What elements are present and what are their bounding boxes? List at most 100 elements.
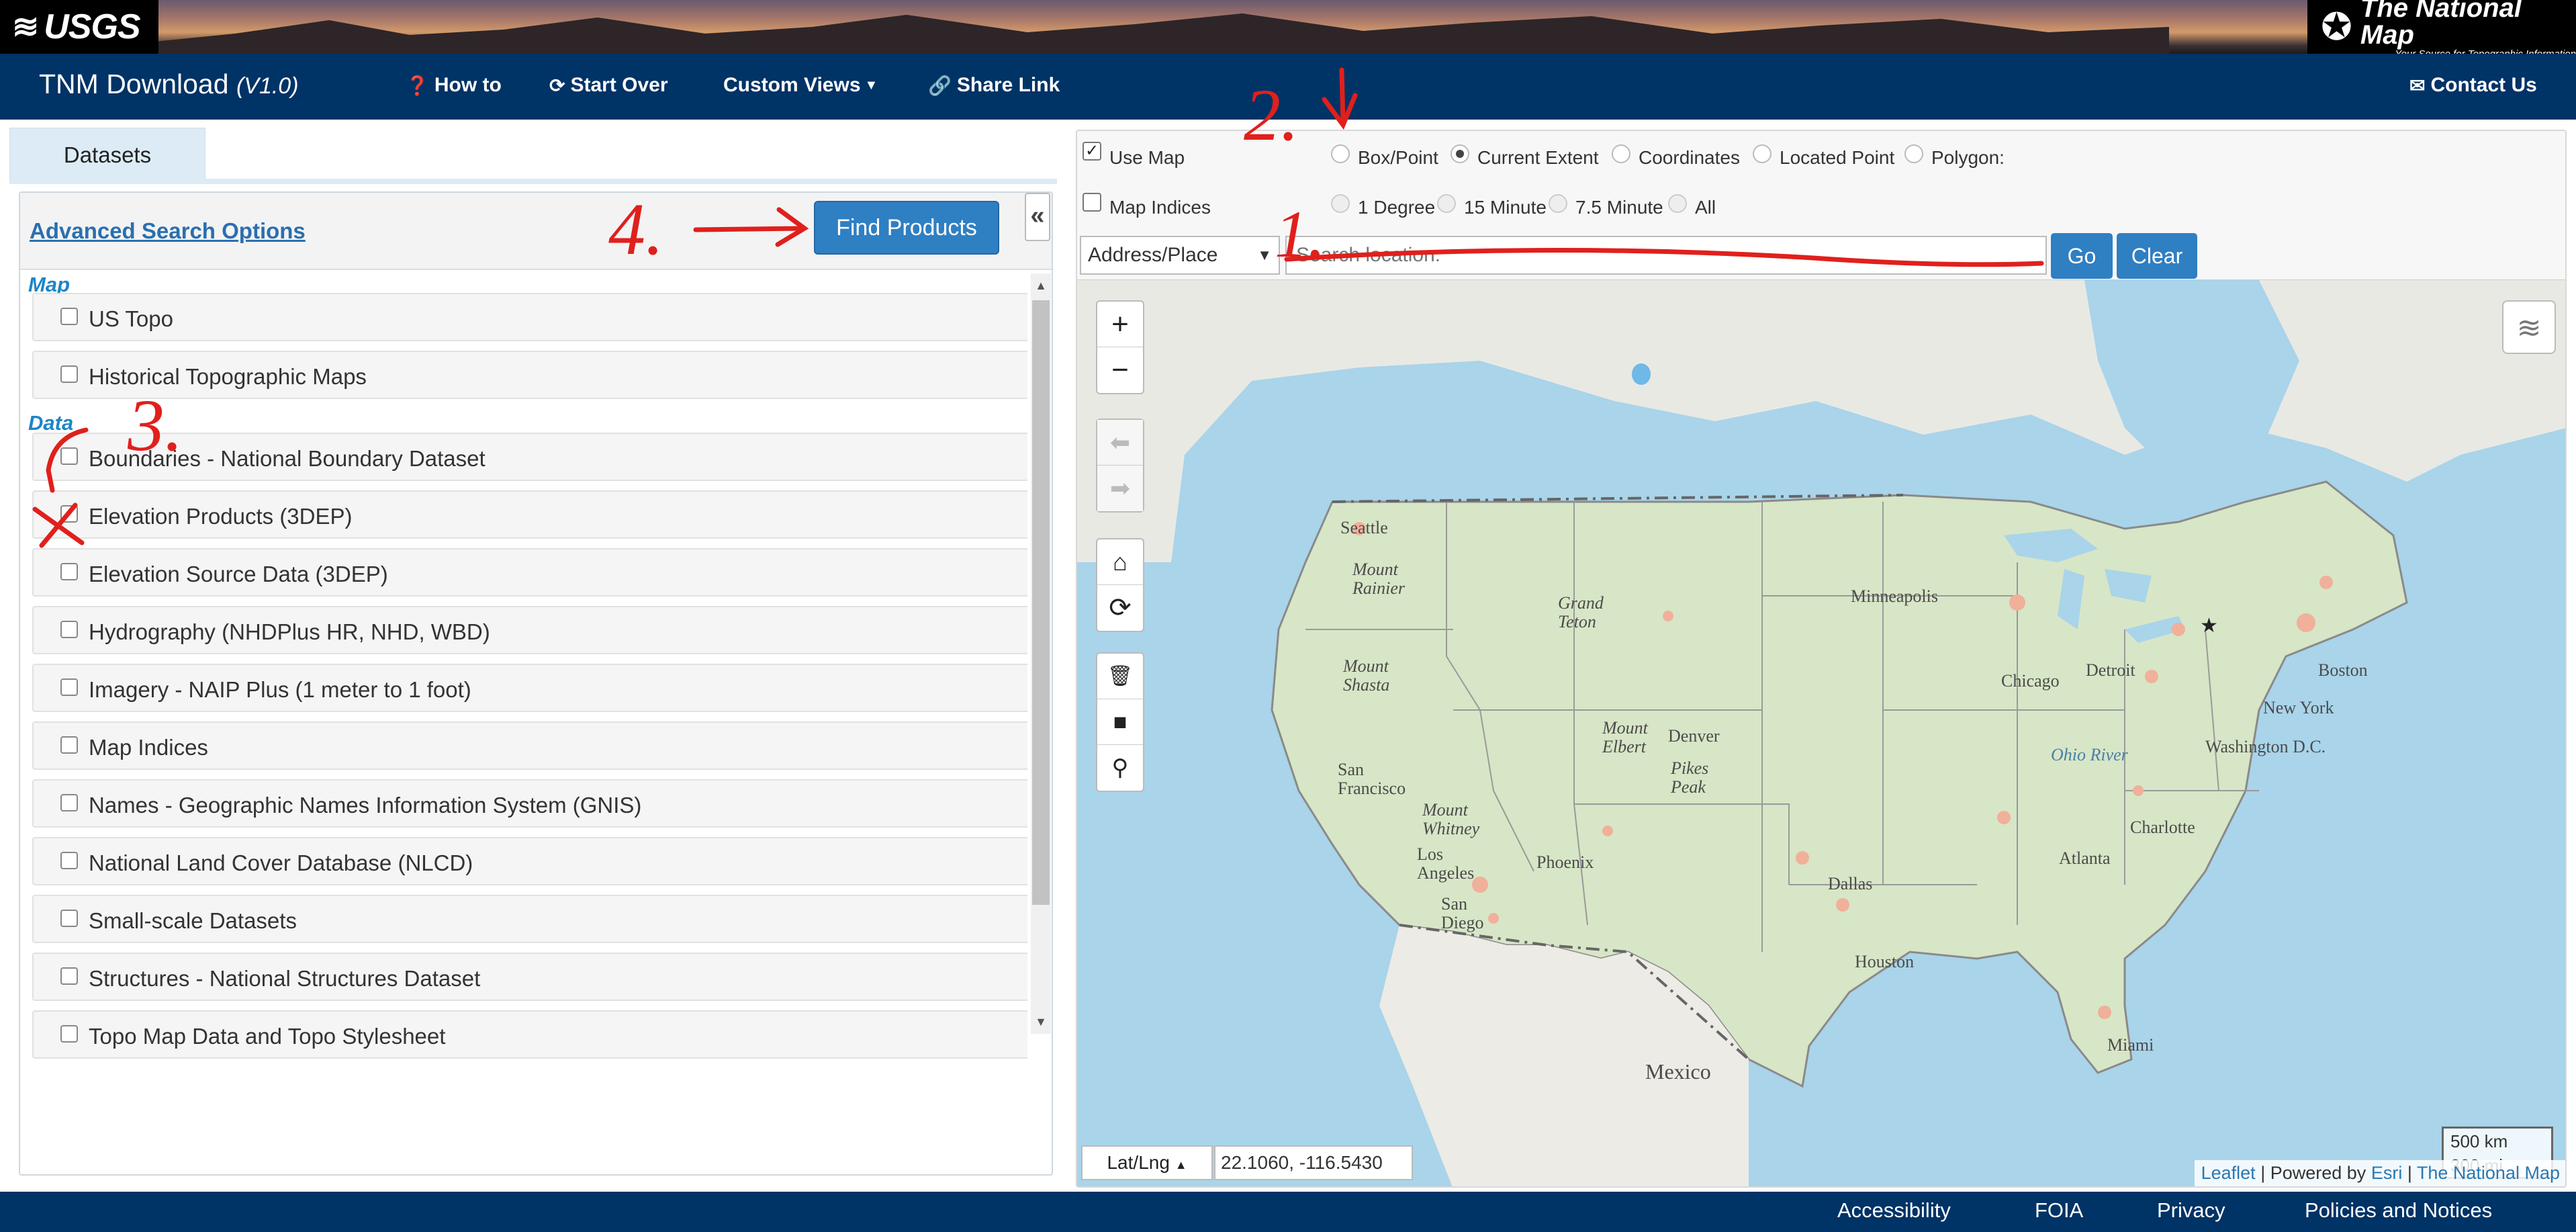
lake-dot (1632, 363, 1651, 385)
city-label: Angeles (1417, 863, 1475, 883)
city-label: Peak (1671, 777, 1706, 797)
current-extent-label: Current Extent (1477, 147, 1599, 168)
radio-15-minute[interactable] (1437, 194, 1456, 213)
app-title[interactable]: TNM Download (V1.0) (39, 69, 299, 100)
map-attribution: Leaflet | Powered by Esri | The National… (2194, 1160, 2565, 1186)
zoom-out-button[interactable]: − (1097, 347, 1143, 393)
trash-icon[interactable]: 🗑 (1097, 654, 1143, 699)
dataset-checkbox[interactable] (60, 447, 78, 465)
share-link-label: Share Link (956, 74, 1060, 96)
clear-button[interactable]: Clear (2117, 233, 2197, 279)
country-label: Mexico (1645, 1059, 1711, 1084)
national-map-link[interactable]: The National Map (2417, 1163, 2560, 1183)
capital-star-icon: ★ (2200, 615, 2218, 637)
footer-foia-link[interactable]: FOIA (2035, 1198, 2083, 1223)
dataset-item[interactable]: Boundaries - National Boundary Dataset (32, 433, 1027, 481)
zoom-controls: + − (1096, 300, 1144, 394)
map-canvas[interactable]: ★ Seattle Mount Rainier Grand Teton Minn… (1077, 280, 2565, 1186)
dataset-item[interactable]: Hydrography (NHDPlus HR, NHD, WBD) (32, 606, 1027, 654)
mountain-silhouette (154, 13, 2169, 54)
radio-box-point[interactable] (1331, 144, 1350, 163)
dataset-checkbox[interactable] (60, 505, 78, 523)
dataset-item[interactable]: Small-scale Datasets (32, 895, 1027, 943)
dataset-item[interactable]: Elevation Products (3DEP) (32, 490, 1027, 539)
layers-icon[interactable]: ≋ (2502, 300, 2556, 354)
box-point-label: Box/Point (1358, 147, 1438, 168)
dataset-item[interactable]: Historical Topographic Maps (32, 351, 1027, 399)
radio-all[interactable] (1668, 194, 1687, 213)
one-degree-label: 1 Degree (1358, 197, 1436, 218)
dataset-item[interactable]: Topo Map Data and Topo Stylesheet (32, 1010, 1027, 1059)
footer-accessibility-link[interactable]: Accessibility (1837, 1198, 1951, 1223)
collapse-panel-button[interactable]: « (1025, 193, 1050, 241)
dataset-item[interactable]: National Land Cover Database (NLCD) (32, 837, 1027, 885)
scroll-down-arrow-icon[interactable]: ▼ (1031, 1010, 1051, 1034)
coordinate-mode-select[interactable]: Lat/Lng ▲ (1081, 1145, 1213, 1180)
dataset-checkbox[interactable] (60, 910, 78, 927)
dataset-scrollbar[interactable]: ▲ ▼ (1031, 273, 1051, 1034)
go-button[interactable]: Go (2051, 233, 2113, 279)
custom-views-dropdown[interactable]: Custom Views ▼ (723, 74, 883, 97)
dataset-item[interactable]: Map Indices (32, 721, 1027, 770)
refresh-icon[interactable]: ⟳ (1097, 585, 1143, 631)
radio-current-extent[interactable] (1451, 144, 1469, 163)
use-map-checkbox[interactable]: ✓ (1083, 142, 1101, 161)
dataset-item[interactable]: Names - Geographic Names Information Sys… (32, 779, 1027, 828)
dataset-item[interactable]: Structures - National Structures Dataset (32, 953, 1027, 1001)
back-arrow-icon[interactable]: ⬅ (1097, 420, 1143, 466)
city-label: Houston (1855, 952, 1915, 971)
esri-link[interactable]: Esri (2371, 1163, 2403, 1183)
dataset-checkbox[interactable] (60, 794, 78, 811)
dataset-checkbox[interactable] (60, 1025, 78, 1043)
draw-rectangle-icon[interactable]: ■ (1097, 699, 1143, 745)
dataset-item[interactable]: Elevation Source Data (3DEP) (32, 548, 1027, 597)
leaflet-link[interactable]: Leaflet (2201, 1163, 2256, 1183)
link-icon: 🔗 (928, 75, 952, 96)
map-indices-checkbox[interactable] (1083, 193, 1101, 212)
how-to-link[interactable]: ❓ How to (406, 74, 502, 97)
dataset-checkbox[interactable] (60, 736, 78, 754)
home-icon[interactable]: ⌂ (1097, 539, 1143, 585)
radio-coordinates[interactable] (1612, 144, 1630, 163)
radio-1-degree[interactable] (1331, 194, 1350, 213)
search-location-input[interactable] (1285, 236, 2047, 275)
national-map-name: The National Map (2360, 0, 2522, 50)
footer-policies-link[interactable]: Policies and Notices (2305, 1198, 2492, 1223)
start-over-label: Start Over (570, 74, 668, 96)
dataset-checkbox[interactable] (60, 563, 78, 580)
dataset-item[interactable]: Imagery - NAIP Plus (1 meter to 1 foot) (32, 664, 1027, 712)
national-map-logo-text: The National Map Your Source for Topogra… (2360, 0, 2576, 54)
radio-polygon[interactable] (1904, 144, 1923, 163)
scroll-up-arrow-icon[interactable]: ▲ (1031, 273, 1051, 298)
national-map-star-icon: ✪ (2321, 5, 2352, 48)
dataset-item[interactable]: US Topo (32, 293, 1027, 341)
dataset-checkbox[interactable] (60, 308, 78, 325)
map-controls: ✓ Use Map Box/Point Current Extent Coord… (1077, 131, 2565, 280)
radio-located-point[interactable] (1753, 144, 1772, 163)
dataset-label: Elevation Products (3DEP) (89, 504, 353, 529)
forward-arrow-icon[interactable]: ➡ (1097, 466, 1143, 511)
custom-views-label: Custom Views (723, 74, 861, 96)
tab-datasets[interactable]: Datasets (9, 128, 205, 180)
find-products-button[interactable]: Find Products (814, 201, 999, 255)
national-map-logo[interactable]: ✪ The National Map Your Source for Topog… (2307, 0, 2576, 54)
usgs-logo-text: USGS (44, 7, 140, 46)
dataset-checkbox[interactable] (60, 621, 78, 638)
map-marker-icon[interactable]: ⚲ (1097, 745, 1143, 791)
dataset-checkbox[interactable] (60, 365, 78, 383)
dataset-checkbox[interactable] (60, 852, 78, 869)
city-label: Boston (2318, 660, 2368, 680)
caret-up-icon: ▲ (1175, 1158, 1187, 1172)
radio-7-5-minute[interactable] (1549, 194, 1567, 213)
contact-us-link[interactable]: ✉ Contact Us (2409, 74, 2537, 97)
zoom-in-button[interactable]: + (1097, 302, 1143, 347)
usgs-logo[interactable]: ≋ USGS (0, 0, 158, 54)
address-place-select[interactable]: Address/Place ▼ (1080, 236, 1280, 275)
scroll-thumb[interactable] (1032, 300, 1050, 905)
share-link[interactable]: 🔗 Share Link (928, 74, 1060, 97)
advanced-search-options-link[interactable]: Advanced Search Options (30, 218, 306, 244)
footer-privacy-link[interactable]: Privacy (2157, 1198, 2225, 1223)
start-over-link[interactable]: ⟳ Start Over (549, 74, 668, 97)
dataset-checkbox[interactable] (60, 967, 78, 985)
dataset-checkbox[interactable] (60, 678, 78, 696)
